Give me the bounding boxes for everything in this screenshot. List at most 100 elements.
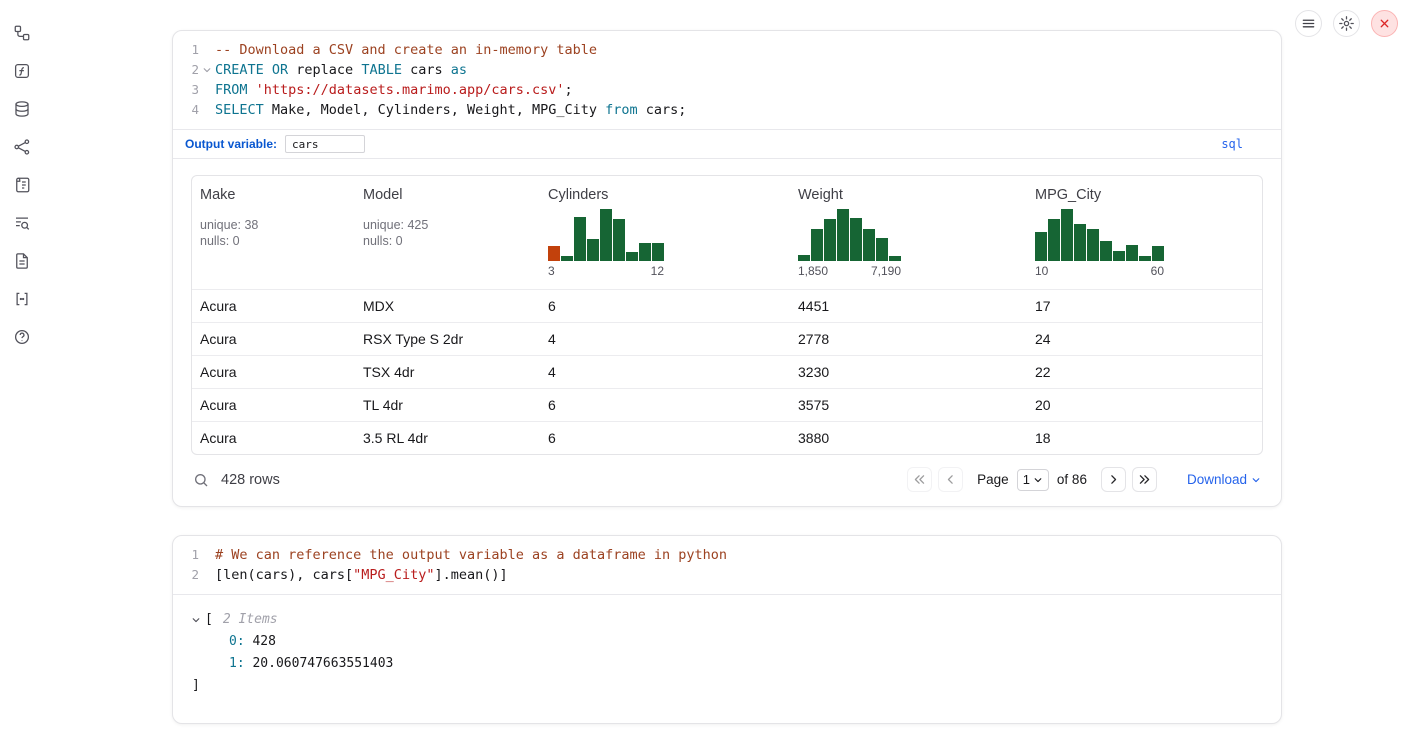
- sidebar-item-dependencies[interactable]: [9, 134, 35, 160]
- histogram-bar[interactable]: [613, 219, 625, 261]
- histogram-bar[interactable]: [1035, 232, 1047, 261]
- table-header-row: Makeunique: 38nulls: 0Modelunique: 425nu…: [192, 176, 1262, 289]
- code-text[interactable]: FROM 'https://datasets.marimo.app/cars.c…: [215, 80, 573, 100]
- download-button[interactable]: Download: [1187, 472, 1261, 487]
- row-count: 428 rows: [221, 472, 280, 488]
- sidebar-item-logs[interactable]: [9, 172, 35, 198]
- pagination: Page 1 of 86 Download: [907, 467, 1261, 492]
- notebook: 1 -- Download a CSV and create an in-memo…: [172, 30, 1282, 724]
- first-page-button[interactable]: [907, 467, 932, 492]
- line-number: 1: [173, 545, 199, 565]
- total-pages-label: of 86: [1057, 472, 1087, 487]
- histogram-bar[interactable]: [1100, 241, 1112, 261]
- code-line: 3FROM 'https://datasets.marimo.app/cars.…: [173, 80, 1281, 100]
- sidebar-item-documentation[interactable]: [9, 248, 35, 274]
- table-row[interactable]: AcuraRSX Type S 2dr4277824: [192, 322, 1262, 355]
- histogram-bar[interactable]: [548, 246, 560, 261]
- histogram-bar[interactable]: [889, 256, 901, 261]
- column-histogram: 312: [548, 209, 664, 278]
- database-icon: [13, 100, 31, 118]
- histogram-bar[interactable]: [798, 255, 810, 261]
- code-text[interactable]: SELECT Make, Model, Cylinders, Weight, M…: [215, 100, 686, 120]
- histogram-bar[interactable]: [850, 218, 862, 261]
- histogram-bar[interactable]: [1152, 246, 1164, 261]
- sidebar-item-file-explorer[interactable]: [9, 20, 35, 46]
- tree-entry: 0: 428: [191, 631, 1263, 653]
- stat-line: nulls: 0: [363, 233, 532, 249]
- help-circle-icon: [13, 328, 31, 346]
- sidebar-item-help[interactable]: [9, 324, 35, 350]
- sidebar-item-data-sources[interactable]: [9, 96, 35, 122]
- table-row[interactable]: AcuraTSX 4dr4323022: [192, 355, 1262, 388]
- fold-gutter: [199, 100, 215, 120]
- histogram-bar[interactable]: [876, 238, 888, 261]
- histogram-bar[interactable]: [587, 239, 599, 261]
- fold-gutter: [199, 545, 215, 565]
- histogram-bar[interactable]: [1074, 224, 1086, 261]
- search-list-icon: [13, 214, 31, 232]
- code-text[interactable]: -- Download a CSV and create an in-memor…: [215, 40, 597, 60]
- column-name[interactable]: Weight: [798, 187, 1019, 203]
- chevron-down-icon: [1033, 475, 1043, 485]
- histogram-axis: 1,8507,190: [798, 264, 901, 278]
- sidebar-item-packages[interactable]: [9, 286, 35, 312]
- histogram-bar[interactable]: [1139, 256, 1151, 261]
- sidebar-item-variables[interactable]: [9, 58, 35, 84]
- column-name[interactable]: Cylinders: [548, 187, 782, 203]
- histogram-min-label: 10: [1035, 264, 1048, 278]
- topbar: [1295, 10, 1398, 37]
- fold-chevron-icon[interactable]: [199, 60, 215, 80]
- histogram-bar[interactable]: [811, 229, 823, 261]
- shutdown-button[interactable]: [1371, 10, 1398, 37]
- histogram-bar[interactable]: [824, 219, 836, 261]
- table-row[interactable]: Acura3.5 RL 4dr6388018: [192, 421, 1262, 454]
- column-name[interactable]: Model: [363, 187, 532, 203]
- histogram-bar[interactable]: [652, 243, 664, 261]
- histogram-bar[interactable]: [626, 252, 638, 261]
- collapse-chevron-icon[interactable]: [191, 615, 201, 625]
- table-row[interactable]: AcuraTL 4dr6357520: [192, 388, 1262, 421]
- sql-code-editor[interactable]: 1-- Download a CSV and create an in-memo…: [173, 31, 1281, 129]
- table-cell: 2778: [790, 323, 1027, 355]
- settings-button[interactable]: [1333, 10, 1360, 37]
- histogram-bar[interactable]: [837, 209, 849, 261]
- table-cell: 18: [1027, 422, 1262, 454]
- page-label: Page: [977, 472, 1009, 487]
- table-cell: 3575: [790, 389, 1027, 421]
- stat-line: nulls: 0: [200, 233, 347, 249]
- last-page-button[interactable]: [1132, 467, 1157, 492]
- table-cell: Acura: [192, 422, 355, 454]
- histogram-bar[interactable]: [561, 256, 573, 261]
- notebook-menu-button[interactable]: [1295, 10, 1322, 37]
- table-cell: 20: [1027, 389, 1262, 421]
- tree-close-bracket: ]: [191, 675, 1263, 697]
- code-text[interactable]: CREATE OR replace TABLE cars as: [215, 60, 467, 80]
- code-text[interactable]: # We can reference the output variable a…: [215, 545, 727, 565]
- table-cell: TSX 4dr: [355, 356, 540, 388]
- code-text[interactable]: [len(cars), cars["MPG_City"].mean()]: [215, 565, 508, 585]
- next-page-button[interactable]: [1101, 467, 1126, 492]
- output-variable-bar: Output variable: sql: [173, 129, 1281, 159]
- histogram-bar[interactable]: [1126, 245, 1138, 261]
- output-variable-input[interactable]: [285, 135, 365, 153]
- histogram-bars: [1035, 209, 1164, 261]
- histogram-bar[interactable]: [863, 229, 875, 261]
- column-name[interactable]: Make: [200, 187, 347, 203]
- histogram-bar[interactable]: [1061, 209, 1073, 261]
- histogram-bar[interactable]: [600, 209, 612, 261]
- histogram-bar[interactable]: [1048, 219, 1060, 261]
- histogram-bar[interactable]: [639, 243, 651, 261]
- page-select[interactable]: 1: [1017, 469, 1049, 491]
- python-code-editor[interactable]: 1 # We can reference the output variable …: [173, 536, 1281, 594]
- histogram-bar[interactable]: [1113, 251, 1125, 261]
- column-name[interactable]: MPG_City: [1035, 187, 1254, 203]
- histogram-bar[interactable]: [1087, 229, 1099, 261]
- histogram-bar[interactable]: [574, 217, 586, 261]
- histogram-max-label: 12: [651, 264, 664, 278]
- prev-page-button[interactable]: [938, 467, 963, 492]
- sidebar-item-snippets[interactable]: [9, 210, 35, 236]
- search-icon[interactable]: [193, 472, 209, 488]
- table-row[interactable]: AcuraMDX6445117: [192, 289, 1262, 322]
- table-cell: 24: [1027, 323, 1262, 355]
- line-number: 2: [173, 565, 199, 585]
